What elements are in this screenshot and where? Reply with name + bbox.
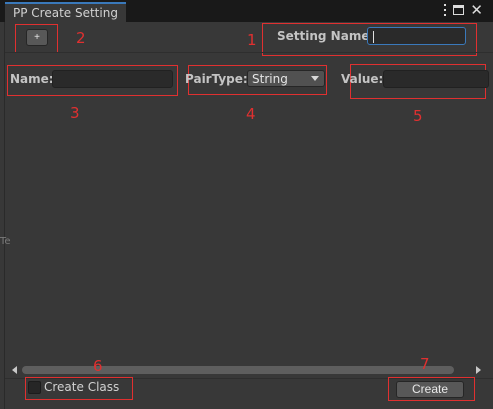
value-input[interactable]	[383, 70, 489, 88]
add-pair-button[interactable]: +	[26, 29, 48, 46]
annotation-number-6: 6	[93, 357, 103, 375]
create-button[interactable]: Create	[396, 381, 464, 398]
window-tab[interactable]: PP Create Setting	[5, 2, 126, 22]
kebab-menu-icon[interactable]	[443, 4, 447, 16]
pair-type-selected: String	[252, 72, 288, 86]
window-left-border	[4, 22, 5, 409]
setting-name-label: Setting Name:	[277, 29, 375, 43]
annotation-number-7: 7	[420, 355, 430, 373]
text-caret	[373, 31, 374, 43]
create-class-label[interactable]: Create Class	[44, 380, 119, 394]
window-controls: ✕	[443, 3, 483, 18]
maximize-icon[interactable]	[453, 5, 465, 15]
pair-type-label: PairType:	[185, 72, 248, 86]
pair-type-dropdown[interactable]: String	[247, 70, 325, 87]
header-separator	[5, 52, 493, 53]
annotation-number-3: 3	[70, 104, 80, 122]
title-bar: PP Create Setting ✕	[0, 0, 493, 22]
value-label: Value:	[341, 72, 384, 86]
create-class-checkbox[interactable]	[28, 381, 41, 394]
name-label: Name:	[10, 72, 54, 86]
window-title: PP Create Setting	[13, 6, 118, 20]
annotation-number-4: 4	[246, 105, 256, 123]
horizontal-scroll-thumb[interactable]	[22, 366, 454, 374]
setting-name-input[interactable]	[367, 27, 466, 45]
dropdown-arrow-icon	[311, 76, 319, 81]
annotation-number-1: 1	[247, 31, 257, 49]
scroll-left-arrow-icon[interactable]	[12, 366, 17, 374]
name-input[interactable]	[52, 70, 173, 88]
close-icon[interactable]: ✕	[470, 3, 483, 18]
annotation-number-2: 2	[76, 29, 86, 47]
edge-glyph: Te	[0, 236, 11, 247]
scroll-right-arrow-icon[interactable]	[476, 366, 481, 374]
annotation-number-5: 5	[413, 107, 423, 125]
